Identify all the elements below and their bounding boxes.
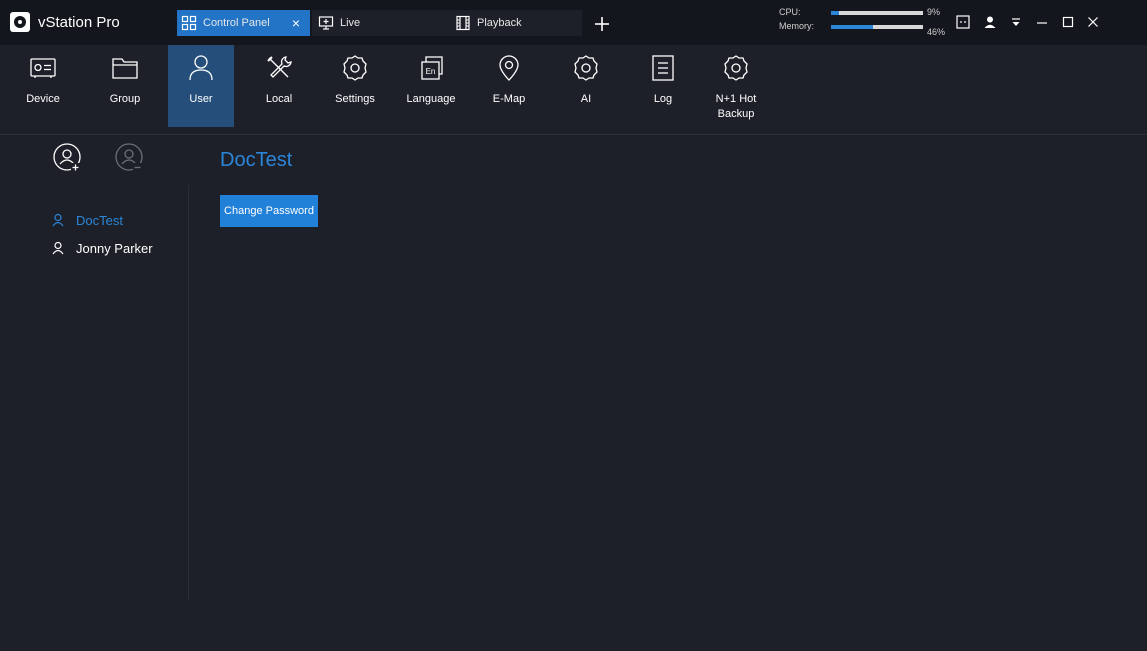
cpu-value: 9% — [927, 7, 941, 17]
menu-dropdown-button[interactable] — [1006, 12, 1026, 32]
screen-layout-button[interactable] — [953, 12, 973, 32]
folder-icon — [110, 53, 140, 83]
toolbar-label: Local — [265, 93, 293, 105]
list-item[interactable]: DocTest — [52, 206, 182, 234]
add-user-button[interactable] — [52, 142, 82, 172]
screen-layout-icon — [956, 15, 970, 29]
list-item[interactable]: Jonny Parker — [52, 234, 182, 262]
gear-icon — [340, 53, 370, 83]
vstation-logo-icon — [10, 12, 30, 32]
toolbar-item-user[interactable]: User — [168, 45, 234, 127]
close-icon — [1088, 17, 1098, 27]
user-name: Jonny Parker — [76, 240, 153, 256]
app-brand: vStation Pro — [10, 10, 120, 34]
change-password-button[interactable]: Change Password — [220, 195, 318, 227]
panel-divider — [188, 185, 189, 600]
dropdown-icon — [1012, 18, 1020, 26]
toolbar-item-language[interactable]: En Language — [398, 45, 464, 127]
tab-control-panel[interactable]: Control Panel × — [177, 10, 310, 36]
maximize-button[interactable] — [1058, 12, 1078, 32]
memory-row: Memory: 46% — [779, 21, 954, 37]
tab-playback-label: Playback — [477, 17, 522, 29]
cpu-bar-fill — [831, 11, 840, 15]
toolbar-item-ai[interactable]: AI — [553, 45, 619, 127]
cpu-bar — [831, 11, 923, 15]
performance-monitor: CPU: 9% Memory: 46% — [779, 5, 954, 41]
cpu-label: CPU: — [779, 7, 801, 17]
user-name: DocTest — [76, 212, 123, 228]
user-list: DocTest Jonny Parker — [52, 206, 182, 262]
language-icon: En — [416, 53, 446, 83]
app-name: vStation Pro — [38, 13, 120, 31]
ai-icon — [571, 53, 601, 83]
toolbar-item-settings[interactable]: Settings — [322, 45, 388, 127]
close-icon[interactable]: × — [288, 15, 304, 31]
toolbar-item-log[interactable]: Log — [630, 45, 696, 127]
control-panel-toolbar: Device Group User Local Settings En Lang… — [0, 45, 1147, 135]
toolbar-label: E-Map — [492, 93, 526, 105]
toolbar-label: Device — [26, 93, 60, 105]
add-user-icon — [53, 143, 81, 172]
tab-playback[interactable]: Playback — [447, 10, 582, 36]
toolbar-item-device[interactable]: Device — [10, 45, 76, 127]
toolbar-label: N+1 Hot Backup — [715, 93, 757, 120]
add-tab-button[interactable] — [592, 14, 612, 34]
minimize-button[interactable] — [1032, 12, 1052, 32]
tab-live[interactable]: Live — [312, 10, 447, 36]
plus-icon — [595, 17, 609, 31]
tools-icon — [264, 53, 294, 83]
user-icon — [186, 53, 216, 83]
toolbar-item-local[interactable]: Local — [246, 45, 312, 127]
hot-backup-icon — [721, 53, 751, 83]
title-bar: vStation Pro Control Panel × Live Playba… — [0, 0, 1147, 45]
maximize-icon — [1062, 16, 1074, 28]
toolbar-label: User — [189, 93, 213, 105]
tab-live-label: Live — [340, 17, 361, 29]
memory-bar — [831, 25, 923, 29]
user-icon — [52, 241, 64, 255]
user-account-button[interactable] — [980, 12, 1000, 32]
film-icon — [455, 15, 471, 31]
memory-label: Memory: — [779, 21, 815, 31]
grid-icon — [181, 15, 197, 31]
toolbar-label: AI — [580, 93, 592, 105]
memory-bar-fill — [831, 25, 874, 29]
device-icon — [28, 53, 58, 83]
close-window-button[interactable] — [1083, 12, 1103, 32]
monitor-icon — [318, 15, 334, 31]
toolbar-label: Log — [653, 93, 673, 105]
toolbar-label: Settings — [335, 93, 375, 105]
tab-control-panel-label: Control Panel — [203, 17, 270, 29]
svg-text:En: En — [426, 67, 436, 76]
toolbar-item-backup[interactable]: N+1 Hot Backup — [703, 45, 769, 127]
user-icon — [52, 213, 64, 227]
cpu-row: CPU: 9% — [779, 7, 954, 19]
user-icon — [984, 16, 996, 28]
toolbar-label: Group — [109, 93, 141, 105]
toolbar-label: Language — [406, 93, 456, 105]
toolbar-item-group[interactable]: Group — [92, 45, 158, 127]
remove-user-icon — [115, 143, 143, 172]
log-icon — [648, 53, 678, 83]
memory-value: 46% — [927, 27, 946, 37]
page-title: DocTest — [220, 149, 293, 171]
toolbar-item-emap[interactable]: E-Map — [476, 45, 542, 127]
map-pin-icon — [494, 53, 524, 83]
app-window: vStation Pro Control Panel × Live Playba… — [0, 0, 1147, 651]
minimize-icon — [1037, 22, 1047, 24]
remove-user-button[interactable] — [114, 142, 144, 172]
